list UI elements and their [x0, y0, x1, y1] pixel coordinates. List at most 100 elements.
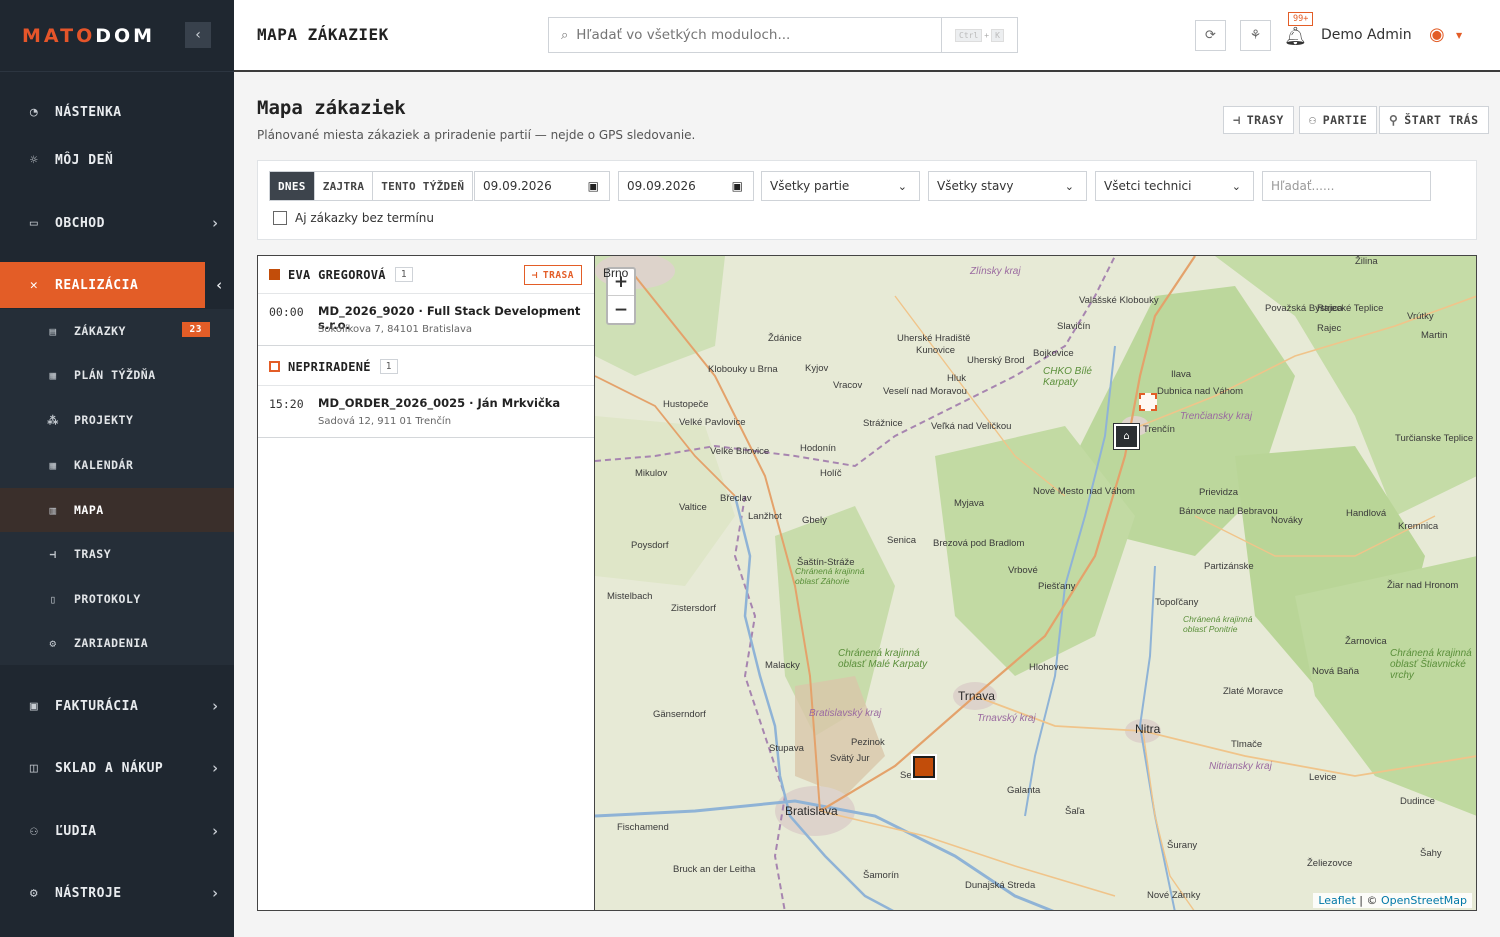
users-icon: ⚇	[1309, 113, 1317, 127]
map-label: Mistelbach	[607, 591, 653, 602]
crews-button[interactable]: ⚇ PARTIE	[1299, 106, 1378, 134]
crews-select[interactable]: Všetky partie ⌄	[761, 171, 920, 201]
order-marker-unassigned[interactable]	[1139, 393, 1157, 411]
map-label: Senica	[887, 535, 917, 546]
logo-part-b: DOM	[95, 24, 156, 47]
map-label: Bruck an der Leitha	[673, 864, 756, 875]
sub-protokoly[interactable]: ▯ PROTOKOLY	[0, 577, 234, 621]
sub-kalendar[interactable]: ▦ KALENDÁR	[0, 443, 234, 487]
sidebar-collapse-button[interactable]: ‹	[185, 22, 211, 48]
nav-nastroje[interactable]: ⚙ NÁSTROJE ›	[0, 870, 234, 916]
map[interactable]: + − Brno Bratislava Trnava Nitra Trenčín…	[595, 255, 1477, 911]
map-label: Trnava	[958, 689, 995, 703]
sidebar: MATODOM ‹ ◔ NÁSTENKA ☼ MÔJ DEŇ ▭ OBCHOD › ✕ R…	[0, 0, 234, 937]
map-label: Bánovce nad Bebravou	[1179, 506, 1278, 517]
states-select[interactable]: Všetky stavy ⌄	[928, 171, 1087, 201]
checkbox[interactable]	[273, 211, 287, 225]
checkbox-label: Aj zákazky bez termínu	[295, 211, 434, 225]
map-label: Kremnica	[1398, 521, 1439, 532]
crew-marker[interactable]: ⌂	[1113, 423, 1140, 450]
user-name[interactable]: Demo Admin	[1321, 27, 1412, 43]
sub-label: PROJEKTY	[74, 413, 134, 427]
zoom-out-button[interactable]: −	[608, 296, 634, 323]
no-term-checkbox[interactable]: Aj zákazky bez termínu	[273, 211, 434, 225]
chevron-right-icon: ›	[210, 759, 220, 777]
map-label: Martin	[1421, 330, 1448, 341]
map-label: Malacky	[765, 660, 800, 671]
map-label: Slavičín	[1057, 321, 1091, 332]
sub-zariadenia[interactable]: ⚙ ZARIADENIA	[0, 621, 234, 665]
map-label: Uherský Brod	[967, 355, 1025, 366]
kbd-plus: +	[984, 30, 990, 40]
group-count: 1	[379, 359, 398, 374]
user-avatar-icon[interactable]: ◉	[1429, 24, 1445, 45]
osm-link[interactable]: OpenStreetMap	[1381, 894, 1467, 907]
period-today[interactable]: DNES	[270, 172, 315, 200]
order-item[interactable]: 00:00 MD_2026_9020 · Full Stack Developm…	[258, 294, 594, 346]
map-protected-label: Chránená krajinná oblasť Záhorie	[795, 566, 865, 586]
map-label: Dubnica nad Váhom	[1157, 386, 1244, 397]
map-label: Zistersdorf	[671, 603, 716, 614]
map-label: Strážnice	[863, 418, 903, 429]
chevron-right-icon: ›	[210, 697, 220, 715]
global-search-input[interactable]	[576, 27, 927, 43]
map-label: Brezová pod Bradlom	[933, 538, 1025, 549]
nav-label: NÁSTROJE	[55, 885, 122, 901]
calendar-icon[interactable]: ▣	[588, 179, 599, 193]
period-tomorrow[interactable]: ZAJTRA	[315, 172, 374, 200]
order-address: Sokolíkova 7, 84101 Bratislava	[318, 324, 473, 335]
sub-label: ZARIADENIA	[74, 636, 149, 650]
pin-icon: ⚲	[1389, 113, 1399, 127]
sub-plan-tyzdna[interactable]: ▦ PLÁN TÝŽDŇA	[0, 353, 234, 397]
technicians-select[interactable]: Všetci technici ⌄	[1095, 171, 1254, 201]
order-item[interactable]: 15:20 MD_ORDER_2026_0025 · Ján Mrkvička …	[258, 386, 594, 438]
order-time: 00:00	[269, 305, 304, 319]
filter-search-input[interactable]: Hľadať......	[1262, 171, 1431, 201]
map-label: Ždánice	[768, 333, 802, 344]
map-label: Levice	[1309, 772, 1337, 783]
map-protected-label: Chránená krajinná oblasť Ponitrie	[1183, 614, 1253, 634]
map-label: Žarnovica	[1345, 636, 1387, 647]
group-header[interactable]: EVA GREGOROVÁ 1 ⊣ TRASA	[258, 256, 594, 294]
routes-button[interactable]: ⊣ TRASY	[1223, 106, 1294, 134]
date-from-field[interactable]: 09.09.2026 ▣	[474, 171, 610, 201]
map-label: Brno	[603, 266, 629, 280]
order-marker-eva-gregorova[interactable]	[911, 754, 937, 780]
map-protected-label: Chránená krajinná oblasť Malé Karpaty	[838, 648, 928, 670]
route-button[interactable]: ⊣ TRASA	[523, 265, 582, 285]
bug-icon: ⚘	[1249, 28, 1262, 43]
bug-report-button[interactable]: ⚘	[1240, 20, 1271, 51]
nav-nastenka[interactable]: ◔ NÁSTENKA	[0, 89, 234, 135]
caret-down-icon[interactable]: ▼	[1456, 31, 1462, 40]
map-label: Veselí nad Moravou	[883, 386, 967, 397]
map-label: Stupava	[769, 743, 804, 754]
nav-fakturacia[interactable]: ▣ FAKTURÁCIA ›	[0, 683, 234, 729]
count-badge: 23	[181, 322, 210, 337]
nav-ludia[interactable]: ⚇ ĽUDIA ›	[0, 808, 234, 854]
calendar-icon[interactable]: ▣	[732, 179, 743, 193]
map-label: Kunovice	[916, 345, 956, 356]
start-routes-button[interactable]: ⚲ ŠTART TRÁS	[1379, 106, 1489, 134]
date-to-field[interactable]: 09.09.2026 ▣	[618, 171, 754, 201]
chevron-left-icon[interactable]: ‹	[202, 262, 234, 308]
nav-sklad[interactable]: ◫ SKLAD A NÁKUP ›	[0, 745, 234, 791]
sub-zakazky[interactable]: ▤ ZÁKAZKY 23	[0, 309, 234, 353]
sub-label: KALENDÁR	[74, 458, 134, 472]
global-search[interactable]: ⌕ Ctrl+K	[548, 17, 1018, 53]
invoice-icon: ▣	[29, 698, 39, 714]
refresh-button[interactable]: ⟳	[1195, 20, 1226, 51]
gear-icon: ⚙	[29, 885, 39, 901]
sub-trasy[interactable]: ⊣ TRASY	[0, 532, 234, 576]
group-header[interactable]: NEPRIRADENÉ 1	[258, 348, 594, 386]
bell-icon[interactable]: 🔔︎	[1284, 26, 1307, 47]
nav-moj-den[interactable]: ☼ MÔJ DEŇ	[0, 137, 234, 183]
period-toggle: DNES ZAJTRA TENTO TÝŽDEŇ	[269, 171, 474, 201]
map-label: Vrútky	[1407, 311, 1434, 322]
sub-projekty[interactable]: ⁂ PROJEKTY	[0, 398, 234, 442]
sub-mapa[interactable]: ▥ MAPA	[0, 488, 234, 532]
nav-realizacia[interactable]: ✕ REALIZÁCIA ‹	[0, 262, 234, 308]
nav-obchod[interactable]: ▭ OBCHOD ›	[0, 200, 234, 246]
period-this-week[interactable]: TENTO TÝŽDEŇ	[373, 172, 472, 200]
leaflet-link[interactable]: Leaflet	[1318, 894, 1355, 907]
logo[interactable]: MATODOM	[22, 25, 155, 47]
